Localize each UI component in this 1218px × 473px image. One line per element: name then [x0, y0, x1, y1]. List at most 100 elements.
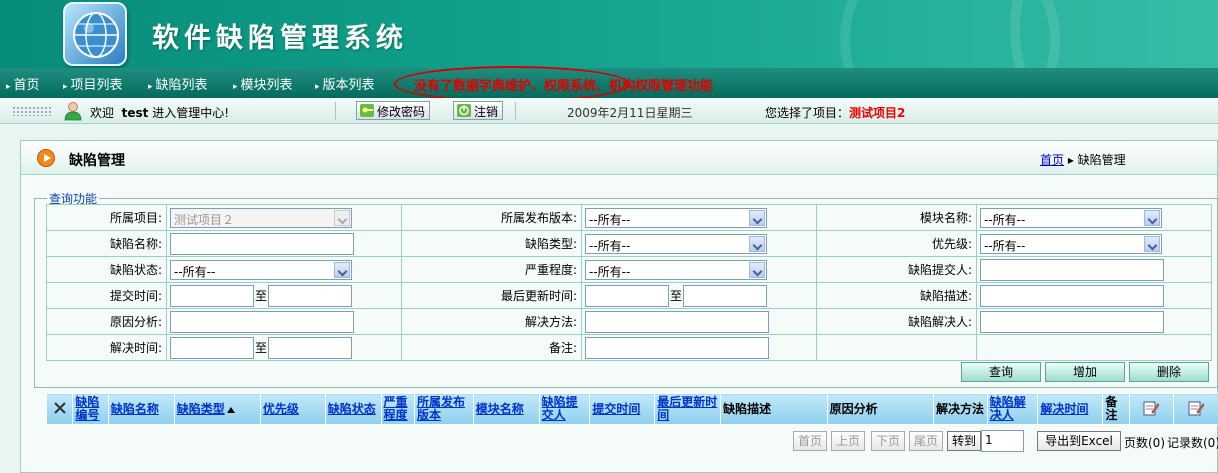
nav-label: 版本列表 [322, 78, 375, 93]
chevron-down-icon[interactable] [749, 209, 765, 226]
col-defect-type-link[interactable]: 缺陷类型 [177, 402, 225, 416]
col-remark-label: 备注 [1105, 395, 1118, 422]
module-name-select[interactable]: --所有-- [980, 207, 1162, 228]
key-icon [360, 104, 374, 120]
resolver-label: 缺陷解决人: [816, 308, 977, 335]
search-button[interactable]: 查询 [961, 362, 1041, 382]
chevron-down-icon[interactable] [1144, 209, 1160, 226]
col-defect-type[interactable]: 缺陷类型 [173, 393, 261, 425]
col-status[interactable]: 缺陷状态 [324, 393, 382, 425]
add-button[interactable]: 增加 [1045, 362, 1125, 382]
module-name-label: 模块名称: [816, 204, 977, 231]
change-password-button[interactable]: 修改密码 [356, 101, 431, 120]
col-submitter-link[interactable]: 缺陷提交人 [542, 395, 578, 422]
priority-select[interactable]: --所有-- [980, 233, 1162, 254]
submit-time-from-input[interactable] [170, 284, 254, 307]
col-submit-time[interactable]: 提交时间 [589, 393, 656, 425]
bullet-icon: ▸ [315, 82, 320, 92]
resolver-input[interactable] [980, 310, 1164, 333]
defect-type-value: --所有-- [589, 238, 631, 253]
info-bar: 欢迎 test 进入管理中心! 修改密码 注销 2009年2月11日星期三 您选… [0, 98, 1218, 124]
col-resolver-link[interactable]: 缺陷解决人 [990, 395, 1026, 422]
next-page-button[interactable]: 下页 [871, 431, 906, 451]
col-priority-link[interactable]: 优先级 [263, 402, 299, 416]
defect-name-input[interactable] [170, 232, 354, 255]
project-prefix: 您选择了项目： [765, 106, 850, 120]
col-submitter[interactable]: 缺陷提交人 [538, 393, 591, 425]
col-release-version-link[interactable]: 所属发布版本 [417, 395, 465, 422]
chevron-down-icon[interactable] [334, 261, 350, 278]
submitter-input[interactable] [980, 258, 1164, 281]
last-update-to-input[interactable] [683, 284, 768, 307]
logout-button[interactable]: 注销 [453, 101, 504, 120]
chevron-down-icon[interactable] [749, 261, 765, 278]
delete-button[interactable]: 删除 [1129, 362, 1209, 382]
col-status-link[interactable]: 缺陷状态 [328, 402, 376, 416]
resolve-time-to-input[interactable] [268, 336, 353, 359]
col-resolve-time[interactable]: 解决时间 [1037, 393, 1104, 425]
col-solution-label: 解决方法 [936, 401, 985, 416]
defect-status-select[interactable]: --所有-- [170, 259, 352, 280]
close-icon[interactable] [53, 401, 67, 415]
chevron-down-icon[interactable] [1144, 235, 1160, 252]
nav-label: 模块列表 [240, 78, 293, 93]
nav-item-versions[interactable]: ▸ 版本列表 [315, 74, 375, 93]
remark-input[interactable] [585, 336, 769, 359]
sort-ascending-icon [226, 406, 235, 413]
release-version-select[interactable]: --所有-- [585, 207, 767, 228]
submit-time-to-input[interactable] [268, 284, 353, 307]
col-defect-id[interactable]: 缺陷编号 [72, 393, 109, 425]
col-defect-name[interactable]: 缺陷名称 [107, 393, 175, 425]
chevron-down-icon[interactable] [749, 235, 765, 252]
nav-item-home[interactable]: ▸ 首页 [6, 74, 40, 93]
release-version-label: 所属发布版本: [401, 204, 582, 231]
to-label: 至 [670, 289, 683, 303]
severity-label: 严重程度: [401, 256, 582, 283]
nav-item-modules[interactable]: ▸ 模块列表 [233, 74, 293, 93]
header-banner: 软件缺陷管理系统 [0, 0, 1218, 68]
col-release-version[interactable]: 所属发布版本 [413, 393, 474, 425]
col-cause: 原因分析 [826, 393, 935, 425]
defect-type-select[interactable]: --所有-- [585, 233, 767, 254]
col-last-update-link[interactable]: 最后更新时间 [657, 395, 717, 422]
col-defect-name-link[interactable]: 缺陷名称 [111, 402, 159, 416]
col-resolve-time-link[interactable]: 解决时间 [1040, 402, 1088, 416]
defect-management-panel: 缺陷管理 首页 ▸ 缺陷管理 查询功能 所属项目: 测试项目２ 所属发布版本: … [20, 140, 1218, 473]
solution-input[interactable] [585, 310, 769, 333]
breadcrumb-home-link[interactable]: 首页 [1040, 153, 1064, 167]
col-solution: 解决方法 [933, 393, 988, 425]
defect-status-label: 缺陷状态: [46, 256, 167, 283]
to-label: 至 [255, 341, 268, 355]
col-resolver[interactable]: 缺陷解决人 [986, 393, 1039, 425]
nav-item-projects[interactable]: ▸ 项目列表 [63, 74, 123, 93]
username: test [121, 106, 149, 120]
welcome-prefix: 欢迎 [90, 106, 115, 120]
col-defect-id-link[interactable]: 缺陷编号 [75, 395, 99, 422]
col-submit-time-link[interactable]: 提交时间 [592, 402, 640, 416]
col-last-update[interactable]: 最后更新时间 [654, 393, 722, 425]
first-page-button[interactable]: 首页 [793, 431, 828, 451]
cause-input[interactable] [170, 310, 354, 333]
last-update-label: 最后更新时间: [401, 282, 582, 309]
app-title: 软件缺陷管理系统 [152, 23, 408, 54]
last-page-button[interactable]: 尾页 [909, 431, 944, 451]
col-priority[interactable]: 优先级 [259, 393, 326, 425]
pager: 首页 上页 下页 尾页 转到 1 导出到Excel 页数(0) 记录数(0) [21, 430, 1218, 455]
page-number-input[interactable]: 1 [981, 430, 1024, 452]
export-excel-button[interactable]: 导出到Excel [1037, 431, 1121, 451]
col-severity-link[interactable]: 严重程度 [384, 395, 408, 422]
divider [515, 102, 516, 120]
goto-page-button[interactable]: 转到 [947, 431, 982, 451]
prev-page-button[interactable]: 上页 [831, 431, 866, 451]
welcome-text: 欢迎 test 进入管理中心! [90, 104, 229, 121]
col-module-name[interactable]: 模块名称 [472, 393, 540, 425]
col-module-name-link[interactable]: 模块名称 [476, 402, 524, 416]
last-update-from-input[interactable] [585, 284, 669, 307]
description-input[interactable] [980, 284, 1164, 307]
defect-type-label: 缺陷类型: [401, 230, 582, 257]
severity-select[interactable]: --所有-- [585, 259, 767, 280]
select-all-header[interactable] [45, 393, 74, 425]
nav-item-defects[interactable]: ▸ 缺陷列表 [148, 74, 208, 93]
resolve-time-from-input[interactable] [170, 336, 254, 359]
col-severity[interactable]: 严重程度 [380, 393, 415, 425]
